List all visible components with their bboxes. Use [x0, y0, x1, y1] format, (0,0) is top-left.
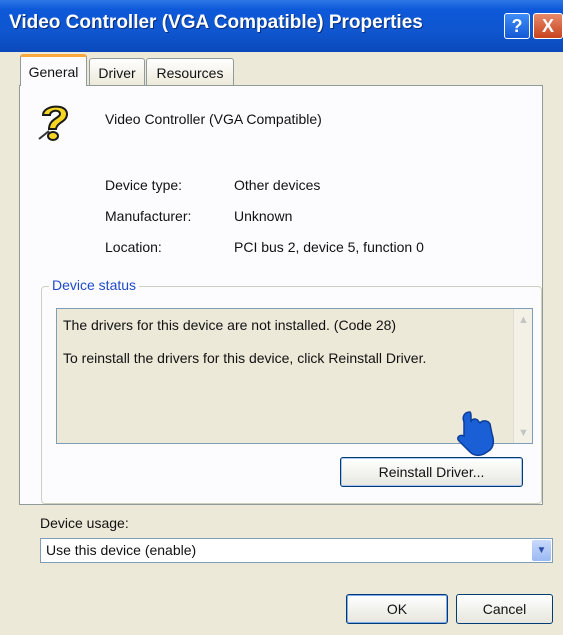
tab-driver[interactable]: Driver	[89, 58, 145, 86]
device-usage-label: Device usage:	[40, 515, 129, 531]
device-name: Video Controller (VGA Compatible)	[105, 111, 322, 127]
window-title: Video Controller (VGA Compatible) Proper…	[9, 12, 423, 33]
help-button[interactable]: ?	[504, 13, 530, 39]
unknown-device-question-icon	[38, 105, 69, 141]
ok-button[interactable]: OK	[346, 594, 448, 624]
status-message-line: The drivers for this device are not inst…	[63, 317, 397, 333]
device-status-legend: Device status	[49, 277, 140, 293]
device-usage-select[interactable]: Use this device (enable) ▼	[40, 538, 553, 563]
device-type-label: Device type:	[105, 177, 183, 193]
status-instruction-line: To reinstall the drivers for this device…	[63, 350, 427, 366]
tab-resources[interactable]: Resources	[146, 58, 234, 86]
status-scrollbar[interactable]: ▲ ▼	[513, 309, 532, 443]
location-label: Location:	[105, 239, 162, 255]
cancel-button[interactable]: Cancel	[456, 594, 553, 624]
location-value: PCI bus 2, device 5, function 0	[234, 239, 424, 255]
device-status-group: Device status The drivers for this devic…	[41, 277, 542, 504]
device-usage-value: Use this device (enable)	[46, 542, 197, 558]
chevron-down-icon[interactable]: ▼	[532, 540, 551, 561]
properties-dialog: Video Controller (VGA Compatible) Proper…	[0, 0, 563, 635]
title-bar[interactable]: Video Controller (VGA Compatible) Proper…	[0, 0, 563, 52]
hand-pointer-icon	[457, 411, 495, 457]
tab-general[interactable]: General	[20, 54, 87, 86]
reinstall-driver-button[interactable]: Reinstall Driver...	[340, 457, 523, 487]
device-type-value: Other devices	[234, 177, 321, 193]
close-button[interactable]: X	[533, 13, 563, 39]
scroll-up-icon[interactable]: ▲	[516, 311, 531, 328]
manufacturer-value: Unknown	[234, 208, 293, 224]
manufacturer-label: Manufacturer:	[105, 208, 192, 224]
scroll-down-icon[interactable]: ▼	[516, 424, 531, 441]
